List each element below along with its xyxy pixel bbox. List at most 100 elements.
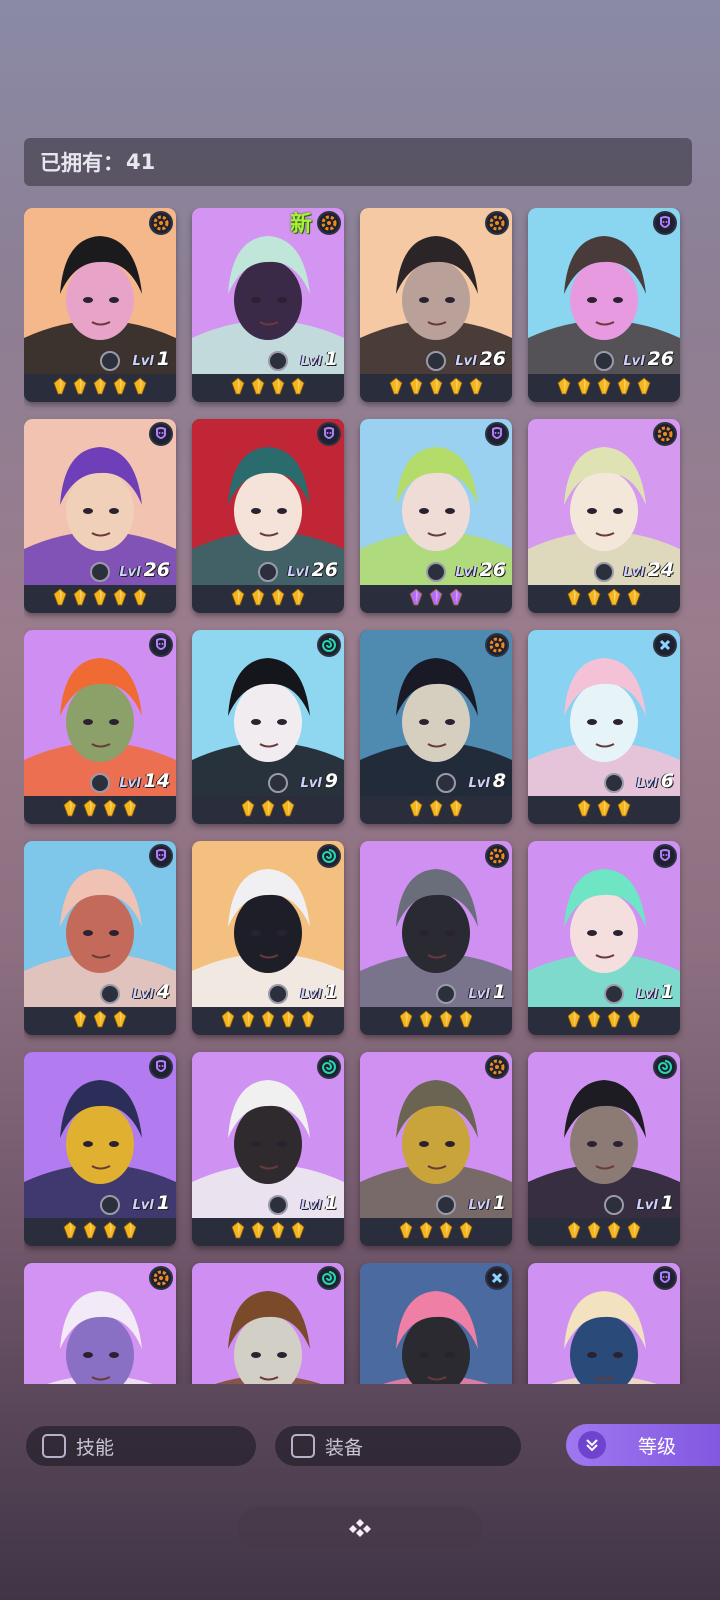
element-icon [268,984,288,1004]
hero-card[interactable]: Lvl 9 [192,630,344,824]
star-icon [419,1010,433,1028]
owned-count-bar: 已拥有： 41 [24,138,692,186]
mask-class-icon [317,422,341,446]
hero-card[interactable]: Lvl 1 [24,208,176,402]
hero-card[interactable] [528,1263,680,1384]
hero-card[interactable]: Lvl 26 [360,419,512,613]
hero-card[interactable]: Lvl 14 [24,630,176,824]
star-icon [459,1010,473,1028]
hero-card[interactable]: Lvl 24 [528,419,680,613]
sort-by-level-button[interactable]: 等级 [566,1424,720,1466]
hero-level: Lvl 26 [287,559,338,581]
star-icon [587,588,601,606]
star-icon [419,1221,433,1239]
mask-class-icon [149,422,173,446]
hero-card[interactable]: Lvl 1 [360,1052,512,1246]
star-icon [577,377,591,395]
element-icon [100,984,120,1004]
hero-card[interactable]: Lvl 26 [528,208,680,402]
star-icon [449,377,463,395]
hero-card[interactable]: Lvl 26 [192,419,344,613]
element-icon [436,984,456,1004]
hero-card[interactable]: Lvl 1 [360,841,512,1035]
star-icon [389,377,403,395]
hero-card[interactable]: Lvl 1 [528,1052,680,1246]
star-icon [83,1221,97,1239]
element-icon [604,1195,624,1215]
hero-level: Lvl 8 [468,770,506,792]
hero-level: Lvl 1 [300,348,338,370]
hero-card[interactable] [360,1263,512,1384]
cross-class-icon [485,1266,509,1290]
equipment-filter[interactable]: 装备 [275,1426,521,1466]
hero-card[interactable]: Lvl 1 [192,1052,344,1246]
star-icon [53,377,67,395]
equipment-checkbox[interactable] [291,1434,315,1458]
hero-level: Lvl 1 [636,981,674,1003]
star-icon [53,588,67,606]
hero-card[interactable]: Lvl 8 [360,630,512,824]
star-rating [528,1221,680,1241]
hero-grid[interactable]: Lvl 1 新 Lvl 1 Lvl 26 Lvl 26 Lvl 26 Lvl 2… [24,208,692,1384]
star-icon [281,799,295,817]
star-icon [597,377,611,395]
star-icon [231,377,245,395]
expand-diamond-icon [349,1519,371,1537]
star-icon [607,1221,621,1239]
star-rating [192,377,344,397]
star-rating [360,799,512,819]
skill-filter[interactable]: 技能 [26,1426,256,1466]
hero-card[interactable]: Lvl 6 [528,630,680,824]
hero-card[interactable]: Lvl 4 [24,841,176,1035]
star-icon [133,377,147,395]
hero-level: Lvl 1 [300,981,338,1003]
owned-label: 已拥有： [40,151,124,175]
skill-checkbox[interactable] [42,1434,66,1458]
equipment-filter-label: 装备 [325,1436,364,1459]
star-icon [291,588,305,606]
hero-card[interactable]: Lvl 1 [24,1052,176,1246]
star-icon [301,1010,315,1028]
hero-card[interactable]: Lvl 1 [528,841,680,1035]
mask-class-icon [149,844,173,868]
hero-card[interactable]: 新 Lvl 1 [192,208,344,402]
hero-card[interactable]: Lvl 1 [192,841,344,1035]
hero-level: Lvl 4 [132,981,170,1003]
hero-level: Lvl 1 [468,1192,506,1214]
hero-card[interactable]: Lvl 26 [24,419,176,613]
hero-card[interactable]: Lvl 26 [360,208,512,402]
star-icon [271,1221,285,1239]
expand-button[interactable] [237,1507,483,1549]
star-icon [399,1010,413,1028]
star-icon [449,588,463,606]
hero-card[interactable] [192,1263,344,1384]
element-icon [594,562,614,582]
star-icon [251,1221,265,1239]
star-icon [93,377,107,395]
star-icon [73,588,87,606]
star-icon [459,1221,473,1239]
element-icon [100,351,120,371]
element-icon [604,773,624,793]
star-rating [528,377,680,397]
element-icon [90,562,110,582]
star-icon [617,799,631,817]
star-icon [469,377,483,395]
star-icon [231,588,245,606]
star-icon [271,377,285,395]
star-icon [607,588,621,606]
hero-card[interactable] [24,1263,176,1384]
owned-count: 41 [126,150,156,174]
star-rating [360,1221,512,1241]
gear-class-icon [485,1055,509,1079]
hero-level: Lvl 14 [119,770,170,792]
gear-class-icon [149,1266,173,1290]
star-icon [113,377,127,395]
star-icon [73,1010,87,1028]
skill-filter-label: 技能 [76,1436,115,1459]
star-icon [133,588,147,606]
mask-class-icon [653,844,677,868]
star-icon [261,1010,275,1028]
star-icon [449,799,463,817]
mask-class-icon [485,422,509,446]
